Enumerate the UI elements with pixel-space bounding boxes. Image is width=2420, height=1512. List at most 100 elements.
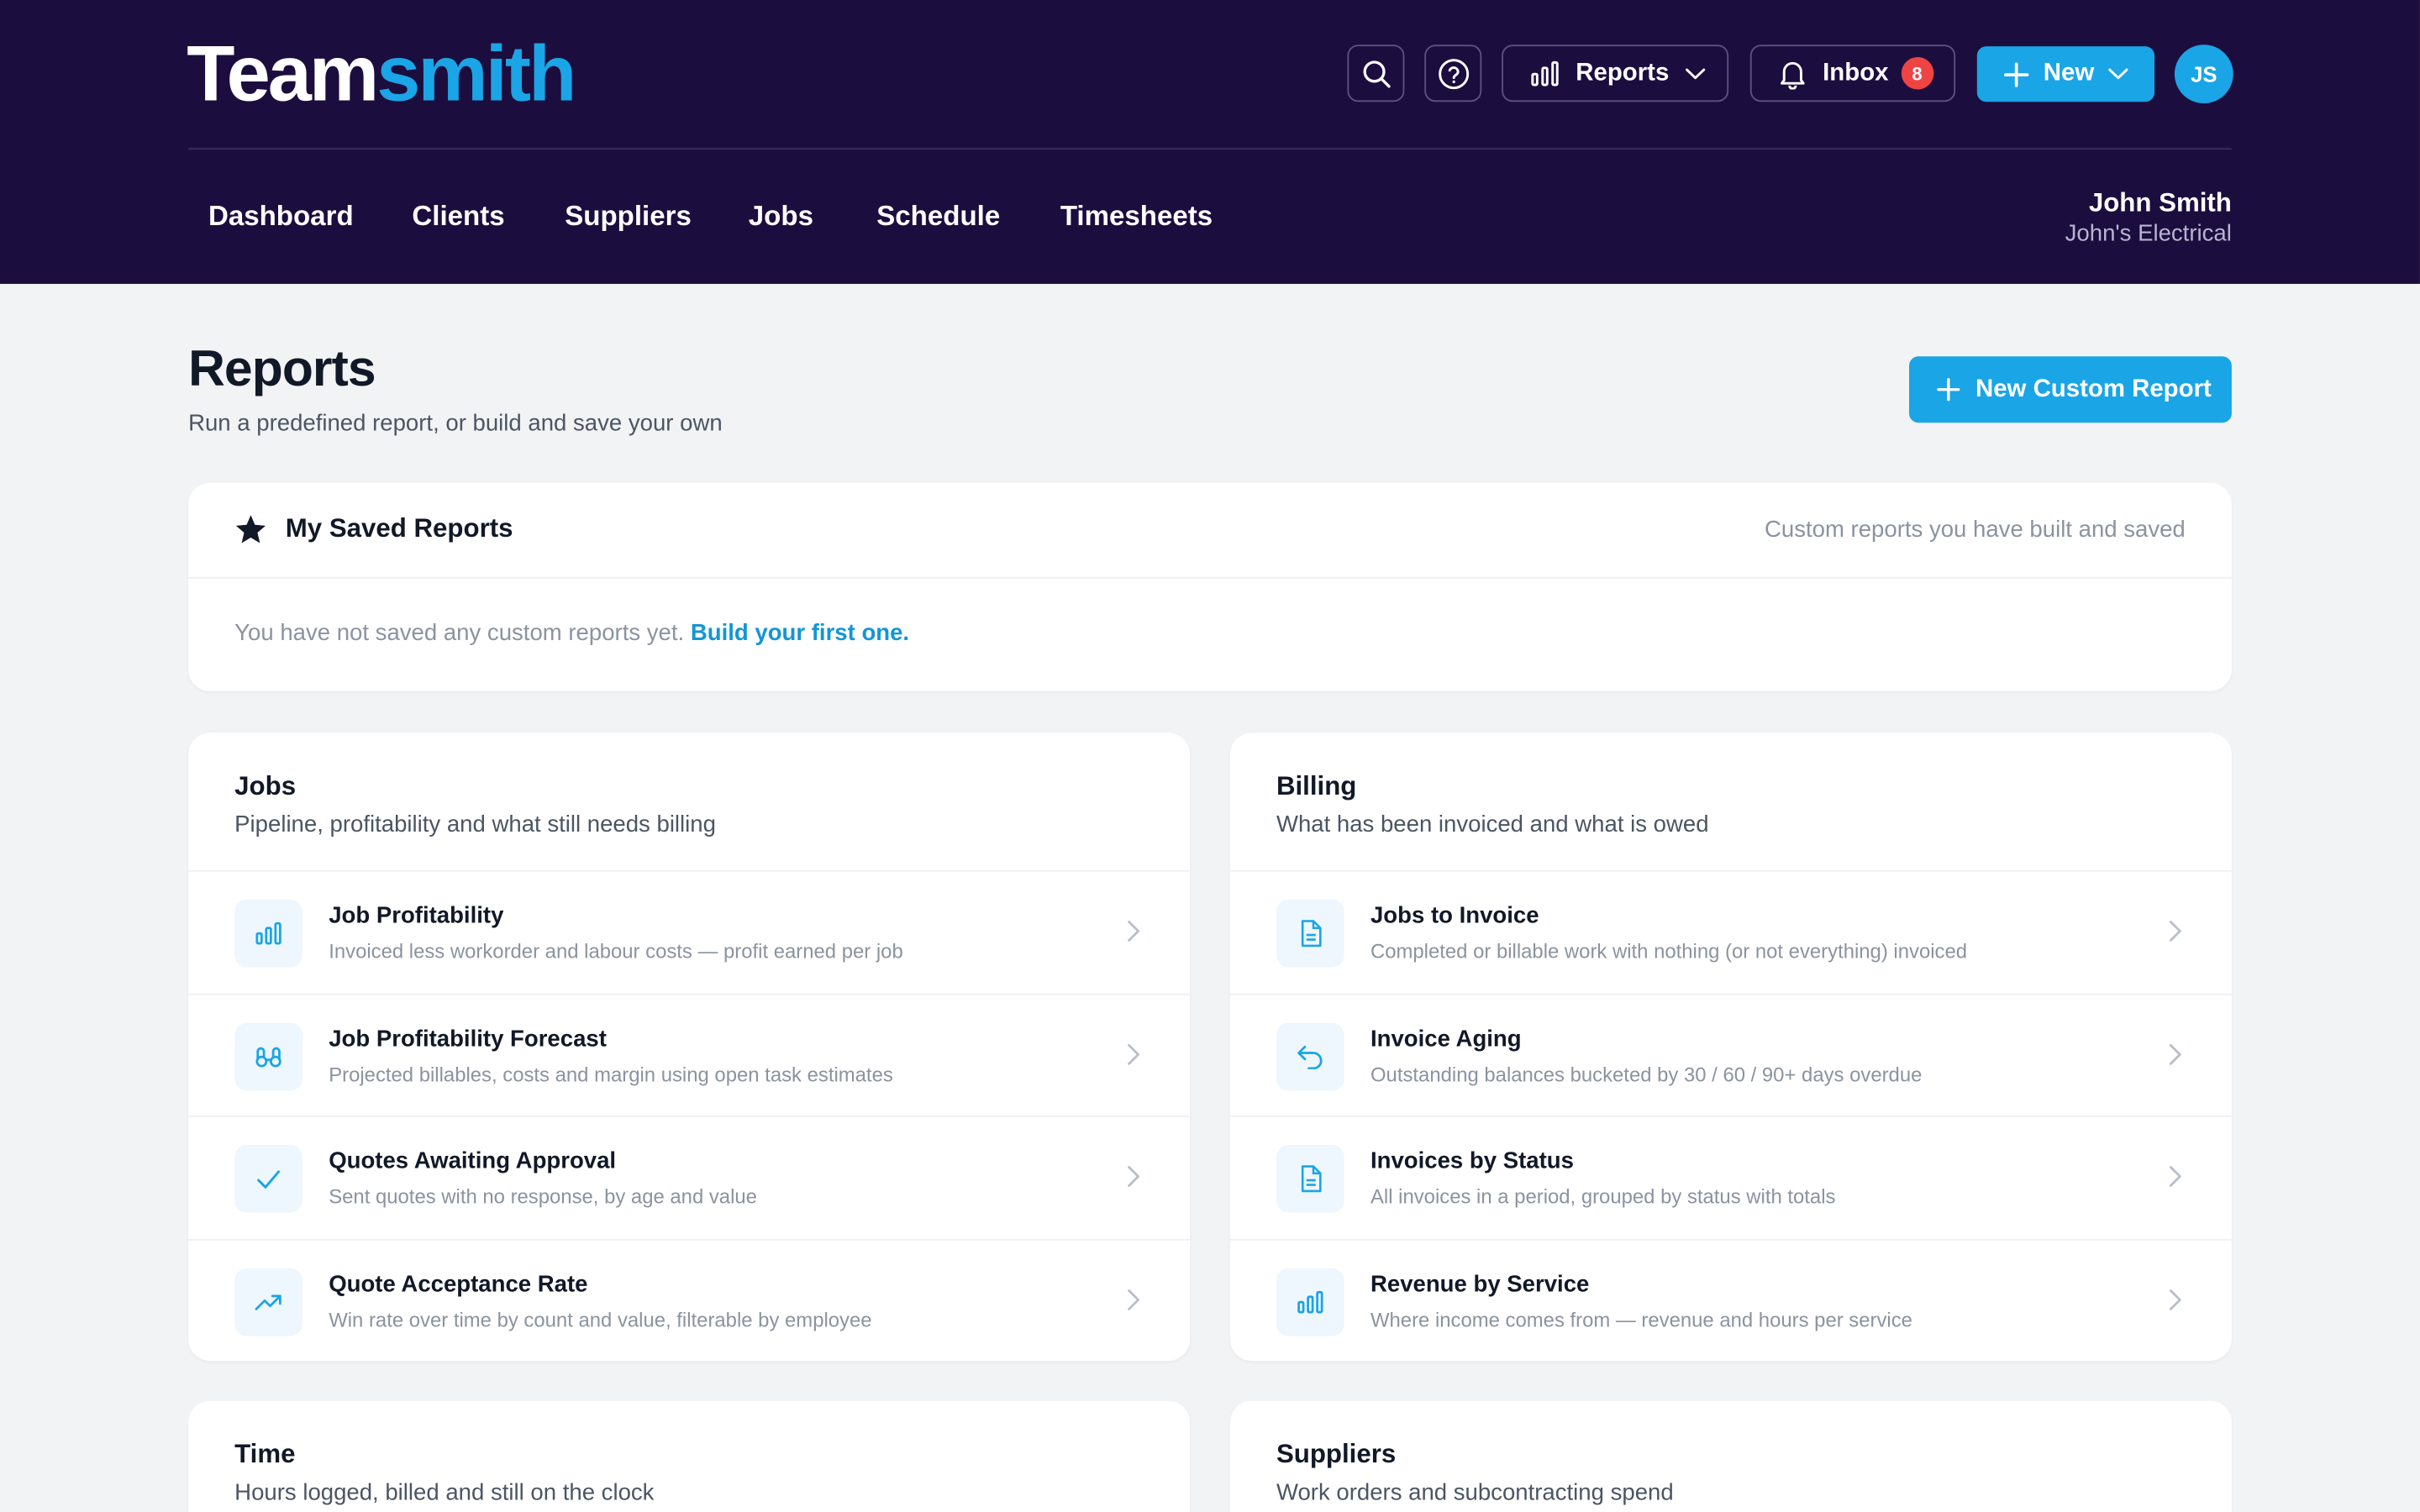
section-description: Hours logged, billed and still on the cl… — [234, 1479, 655, 1506]
time-reports-card: Time Hours logged, billed and still on t… — [188, 1400, 1191, 1512]
user-name: John Smith — [2088, 188, 2232, 218]
report-row-invoice-aging[interactable]: Invoice Aging Outstanding balances bucke… — [1229, 995, 2232, 1117]
binoculars-icon — [255, 1046, 281, 1067]
section-title: Jobs — [234, 771, 297, 801]
report-description: Invoiced less workorder and labour costs… — [329, 939, 903, 963]
report-description: All invoices in a period, grouped by sta… — [1370, 1184, 1836, 1209]
report-icon-tile — [1276, 1267, 1344, 1336]
report-icon-tile — [234, 1021, 302, 1090]
new-button-label: New — [2043, 60, 2095, 87]
report-description: Sent quotes with no response, by age and… — [329, 1184, 757, 1209]
star-icon — [235, 515, 266, 543]
report-title: Jobs to Invoice — [1370, 902, 1539, 929]
suppliers-section-header: Suppliers Work orders and subcontracting… — [1230, 1401, 2232, 1512]
new-custom-report-label: New Custom Report — [1975, 375, 2212, 402]
nav-item-jobs[interactable]: Jobs — [749, 201, 813, 234]
section-description: Work orders and subcontracting spend — [1276, 1479, 1674, 1506]
brand-logo[interactable]: Teamsmith — [187, 33, 576, 114]
section-title: Billing — [1276, 771, 1357, 801]
inbox-button[interactable]: Inbox 8 — [1749, 45, 1956, 102]
report-row-job-profitability-forecast[interactable]: Job Profitability Forecast Projected bil… — [188, 995, 1191, 1117]
header-divider — [188, 148, 2232, 150]
saved-reports-empty-state: You have not saved any custom reports ye… — [234, 620, 909, 646]
report-title: Job Profitability — [329, 902, 504, 929]
report-row-invoices-by-status[interactable]: Invoices by Status All invoices in a per… — [1229, 1117, 2232, 1240]
report-row-revenue-by-service[interactable]: Revenue by Service Where income comes fr… — [1230, 1240, 2232, 1361]
report-description: Projected billables, costs and margin us… — [329, 1062, 893, 1086]
jobs-section-header: Jobs Pipeline, profitability and what st… — [188, 732, 1191, 872]
saved-reports-title: My Saved Reports — [285, 513, 513, 543]
search-button[interactable] — [1347, 45, 1405, 102]
report-title: Job Profitability Forecast — [329, 1025, 607, 1052]
reports-menu-label: Reports — [1576, 59, 1670, 86]
section-description: What has been invoiced and what is owed — [1276, 811, 1709, 838]
page-title: Reports — [188, 339, 376, 397]
report-description: Completed or billable work with nothing … — [1370, 939, 1968, 963]
bar-chart-icon — [255, 921, 281, 945]
chevron-right-icon — [1128, 1166, 1139, 1187]
help-button[interactable] — [1424, 45, 1482, 102]
chevron-right-icon — [2169, 921, 2181, 942]
saved-reports-hint: Custom reports you have built and saved — [1764, 517, 2186, 543]
report-row-quotes-awaiting-approval[interactable]: Quotes Awaiting Approval Sent quotes wit… — [188, 1117, 1191, 1240]
plus-icon — [2003, 61, 2029, 87]
search-icon — [1362, 60, 1390, 87]
avatar[interactable]: JS — [2174, 45, 2233, 104]
nav-item-dashboard[interactable]: Dashboard — [208, 201, 354, 234]
brand-logo-part1: Team — [187, 29, 379, 118]
report-row-job-profitability[interactable]: Job Profitability Invoiced less workorde… — [188, 872, 1191, 995]
report-icon-tile — [1276, 1144, 1344, 1213]
build-first-report-link[interactable]: Build your first one. — [691, 620, 909, 646]
plus-icon — [1937, 378, 1960, 402]
chevron-right-icon — [2169, 1043, 2181, 1064]
suppliers-reports-card: Suppliers Work orders and subcontracting… — [1229, 1400, 2232, 1512]
bell-icon — [1781, 60, 1805, 89]
report-title: Quotes Awaiting Approval — [329, 1147, 617, 1174]
new-button[interactable]: New — [1976, 46, 2155, 102]
chevron-right-icon — [1128, 921, 1139, 942]
section-description: Pipeline, profitability and what still n… — [234, 811, 716, 838]
inbox-label: Inbox — [1823, 59, 1889, 86]
section-title: Time — [234, 1439, 296, 1469]
reports-menu-button[interactable]: Reports — [1502, 45, 1729, 102]
jobs-reports-card: Jobs Pipeline, profitability and what st… — [188, 732, 1191, 1361]
chevron-right-icon — [2169, 1166, 2181, 1187]
chevron-right-icon — [1128, 1043, 1139, 1064]
nav-item-suppliers[interactable]: Suppliers — [565, 201, 692, 234]
reports-page: Teamsmith Reports Inbox 8 New JS Dashboa… — [0, 0, 2420, 1512]
billing-reports-card: Billing What has been invoiced and what … — [1229, 732, 2232, 1361]
document-icon — [1300, 920, 1321, 948]
report-icon-tile — [1276, 1021, 1344, 1090]
chevron-right-icon — [1128, 1289, 1139, 1310]
report-description: Win rate over time by count and value, f… — [329, 1307, 872, 1331]
report-icon-tile — [234, 899, 302, 968]
report-title: Invoices by Status — [1370, 1147, 1574, 1174]
report-title: Quote Acceptance Rate — [329, 1270, 588, 1297]
time-section-header: Time Hours logged, billed and still on t… — [188, 1401, 1190, 1512]
user-account[interactable]: John Smith John's Electrical — [2065, 188, 2232, 249]
report-row-quote-acceptance-rate[interactable]: Quote Acceptance Rate Win rate over time… — [188, 1240, 1190, 1361]
chevron-down-icon — [1686, 67, 1707, 79]
saved-reports-card: My Saved Reports Custom reports you have… — [188, 482, 2232, 691]
report-description: Where income comes from — revenue and ho… — [1370, 1307, 1912, 1331]
chevron-down-icon — [2108, 68, 2128, 80]
trend-up-icon — [255, 1294, 281, 1310]
report-title: Revenue by Service — [1370, 1270, 1590, 1297]
brand-logo-part2: smith — [376, 29, 576, 118]
bar-chart-icon — [1297, 1289, 1323, 1313]
inbox-count-badge: 8 — [1901, 56, 1933, 90]
new-custom-report-button[interactable]: New Custom Report — [1908, 356, 2232, 423]
nav-item-timesheets[interactable]: Timesheets — [1060, 201, 1213, 234]
report-title: Invoice Aging — [1370, 1025, 1522, 1052]
undo-arrow-icon — [1297, 1044, 1323, 1068]
user-organization: John's Electrical — [2065, 220, 2232, 247]
report-icon-tile — [234, 1267, 302, 1336]
report-row-jobs-to-invoice[interactable]: Jobs to Invoice Completed or billable wo… — [1229, 872, 2232, 995]
nav-item-schedule[interactable]: Schedule — [876, 201, 1000, 234]
report-description: Outstanding balances bucketed by 30 / 60… — [1370, 1062, 1923, 1086]
section-title: Suppliers — [1276, 1439, 1397, 1469]
saved-reports-header: My Saved Reports Custom reports you have… — [188, 483, 2232, 579]
nav-item-clients[interactable]: Clients — [412, 201, 504, 234]
chevron-right-icon — [2169, 1289, 2181, 1310]
page-subtitle: Run a predefined report, or build and sa… — [188, 410, 723, 437]
